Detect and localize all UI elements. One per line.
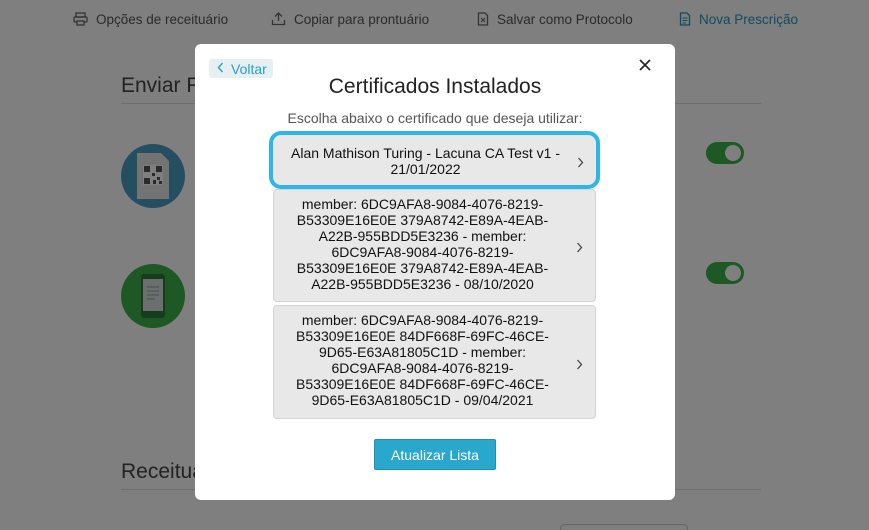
certificate-text: member: 6DC9AFA8-9084-4076-8219- B53309E…	[274, 196, 571, 292]
modal-title: Certificados Instalados	[328, 75, 542, 98]
chevron-left-icon	[217, 61, 224, 76]
chevron-right-icon	[577, 155, 584, 171]
certificate-line: 9D65-E63A81805C1D - 09/04/2021	[311, 391, 534, 408]
certificates-modal: Voltar Certificados Instalados Escolha a…	[195, 44, 675, 500]
certificate-line: B53309E16E0E 84DF668F-69FC-46CE-	[296, 375, 549, 392]
certificate-line: 6DC9AFA8-9084-4076-8219-	[331, 359, 514, 376]
certificate-option[interactable]: member: 6DC9AFA8-9084-4076-8219- B53309E…	[273, 305, 596, 419]
certificate-text: member: 6DC9AFA8-9084-4076-8219- B53309E…	[274, 312, 571, 408]
chevron-right-icon	[576, 240, 583, 256]
modal-subtitle: Escolha abaixo o certificado que deseja …	[287, 110, 583, 126]
certificate-line: 6DC9AFA8-9084-4076-8219-	[331, 243, 514, 260]
certificate-line: B53309E16E0E 84DF668F-69FC-46CE-	[296, 327, 549, 344]
certificate-option[interactable]: Alan Mathison Turing - Lacuna CA Test v1…	[269, 131, 600, 189]
certificate-option[interactable]: member: 6DC9AFA8-9084-4076-8219- B53309E…	[273, 189, 596, 302]
certificate-line: B53309E16E0E 379A8742-E89A-4EAB-	[296, 211, 549, 228]
certificate-line: member: 6DC9AFA8-9084-4076-8219-	[301, 196, 544, 212]
certificate-line: B53309E16E0E 379A8742-E89A-4EAB-	[296, 259, 549, 276]
certificate-line: 21/01/2022	[390, 160, 461, 177]
close-icon[interactable]	[637, 57, 653, 73]
certificate-line: member: 6DC9AFA8-9084-4076-8219-	[301, 312, 544, 328]
certificate-line: 9D65-E63A81805C1D - member:	[319, 343, 526, 360]
certificate-line: A22B-955BDD5E3236 - member:	[318, 227, 527, 244]
certificate-line: A22B-955BDD5E3236 - 08/10/2020	[311, 275, 534, 292]
chevron-right-icon	[576, 357, 583, 373]
refresh-list-button[interactable]: Atualizar Lista	[374, 439, 496, 470]
certificate-line: Alan Mathison Turing - Lacuna CA Test v1…	[291, 145, 560, 161]
certificate-text: Alan Mathison Turing - Lacuna CA Test v1…	[277, 145, 574, 178]
